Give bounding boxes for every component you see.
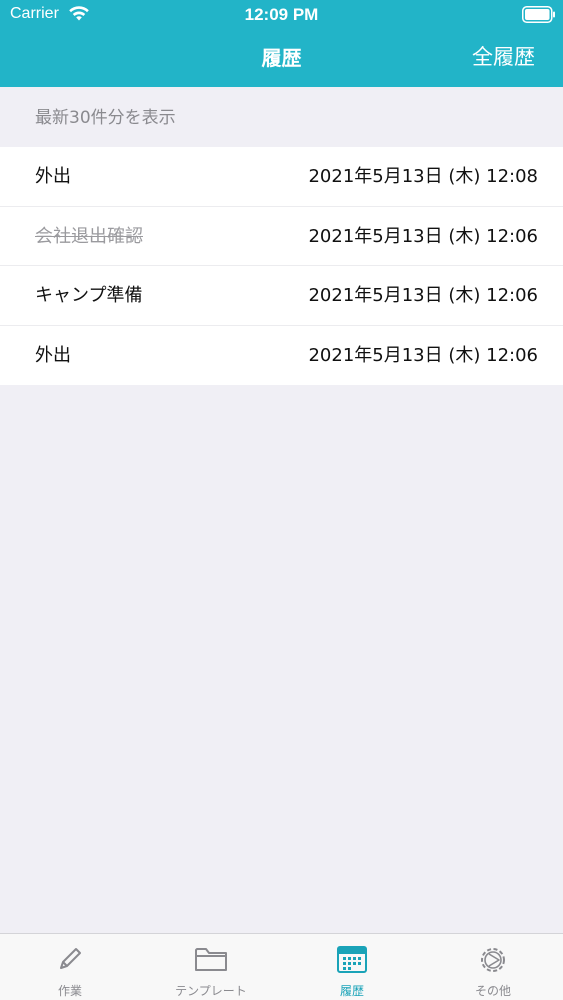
section-header: 最新30件分を表示 <box>35 108 176 128</box>
history-row-title: 会社退出確認 <box>35 225 143 247</box>
history-row-date: 2021年5月13日 (木) 12:06 <box>308 225 538 247</box>
history-row[interactable]: 会社退出確認 2021年5月13日 (木) 12:06 <box>0 207 563 266</box>
status-bar: Carrier 12:09 PM <box>0 0 563 30</box>
nav-header: Carrier 12:09 PM 履歴 全履歴 <box>0 0 563 87</box>
history-row[interactable]: 外出 2021年5月13日 (木) 12:06 <box>0 326 563 386</box>
pencil-icon <box>60 948 81 969</box>
tab-label: テンプレート <box>175 984 247 998</box>
tab-label: その他 <box>474 984 511 998</box>
calendar-icon <box>337 946 367 973</box>
all-history-button[interactable]: 全履歴 <box>472 43 535 71</box>
history-row[interactable]: 外出 2021年5月13日 (木) 12:08 <box>0 147 563 207</box>
tab-bar: 作業 テンプレート 履歴 その他 <box>0 933 563 1000</box>
tab-template[interactable]: テンプレート <box>141 934 281 1000</box>
folder-icon <box>195 948 227 971</box>
tab-history[interactable]: 履歴 <box>282 934 422 1000</box>
history-row-title: キャンプ準備 <box>35 285 143 306</box>
tab-label: 履歴 <box>339 984 364 998</box>
tab-label: 作業 <box>57 984 82 998</box>
history-row-title: 外出 <box>35 166 71 187</box>
history-row-date: 2021年5月13日 (木) 12:06 <box>308 344 538 366</box>
history-row-date: 2021年5月13日 (木) 12:08 <box>308 166 538 187</box>
history-list: 外出 2021年5月13日 (木) 12:08 会社退出確認 2021年5月13… <box>0 147 563 385</box>
history-row-date: 2021年5月13日 (木) 12:06 <box>308 285 538 306</box>
history-row[interactable]: キャンプ準備 2021年5月13日 (木) 12:06 <box>0 266 563 326</box>
status-time: 12:09 PM <box>244 5 319 24</box>
tab-other[interactable]: その他 <box>423 934 563 1000</box>
tab-work[interactable]: 作業 <box>0 934 140 1000</box>
battery-icon <box>522 6 555 23</box>
gear-icon <box>481 948 505 972</box>
history-row-title: 外出 <box>35 344 71 366</box>
